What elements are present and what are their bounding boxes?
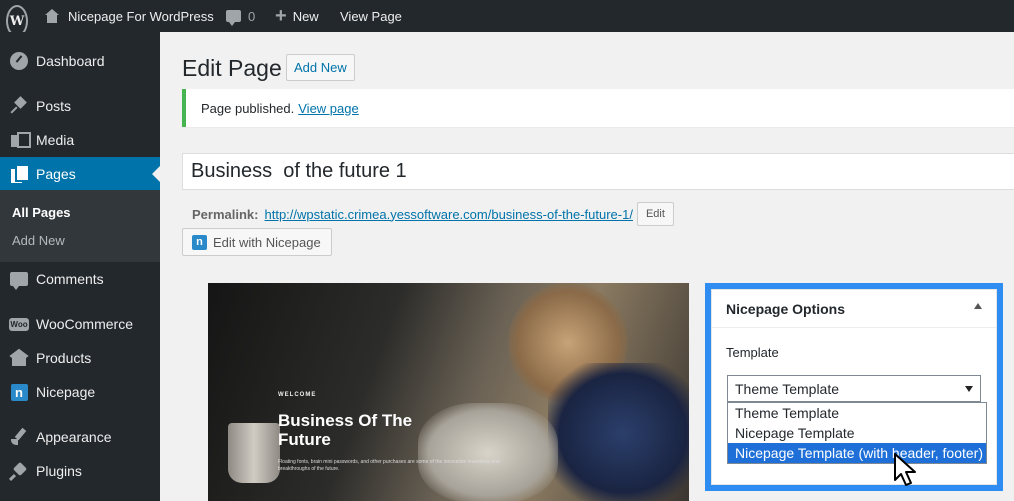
- sidebar-item-label: Dashboard: [36, 53, 105, 69]
- permalink-row: Permalink: http://wpstatic.crimea.yessof…: [192, 202, 674, 226]
- sidebar-item-pages[interactable]: Pages: [0, 157, 160, 191]
- main-content: Edit Page Add New Page published. View p…: [160, 32, 1014, 501]
- sidebar-item-label: Posts: [36, 98, 72, 114]
- preview-photo-notebook: [418, 403, 558, 501]
- collapse-arrow-icon[interactable]: [974, 303, 982, 309]
- sidebar-item-comments[interactable]: Comments: [0, 262, 160, 296]
- comment-icon: [9, 270, 29, 290]
- preview-photo-cup: [228, 423, 280, 483]
- view-page-notice-link[interactable]: View page: [298, 101, 358, 116]
- home-icon: [44, 9, 60, 23]
- dashboard-gauge-icon: [9, 52, 29, 70]
- pages-submenu: All Pages Add New: [0, 190, 160, 262]
- nicepage-icon: n: [9, 383, 29, 401]
- template-option[interactable]: Nicepage Template: [728, 423, 986, 443]
- sidebar-item-products[interactable]: Products: [0, 341, 160, 375]
- preview-body-text: Floating fonts, brain mini passwords, an…: [278, 459, 500, 472]
- template-label: Template: [726, 345, 779, 360]
- admin-bar: W Nicepage For WordPress 0 + New View Pa…: [0, 0, 1014, 37]
- sidebar-item-plugins[interactable]: Plugins: [0, 454, 160, 488]
- permalink-edit-button[interactable]: Edit: [636, 202, 674, 226]
- permalink-url-link[interactable]: http://wpstatic.crimea.yessoftware.com/b…: [264, 207, 632, 222]
- sidebar-item-label: Nicepage: [36, 384, 96, 400]
- sidebar-item-appearance[interactable]: Appearance: [0, 420, 160, 454]
- mouse-pointer-icon: [894, 453, 916, 486]
- comments-link[interactable]: 0: [226, 0, 255, 32]
- submenu-add-new[interactable]: Add New: [12, 233, 65, 248]
- template-option-highlighted[interactable]: Nicepage Template (with header, footer): [728, 443, 986, 463]
- template-option[interactable]: Theme Template: [728, 403, 986, 423]
- box-icon: [9, 349, 29, 367]
- view-page-label: View Page: [340, 8, 402, 24]
- view-page-link[interactable]: View Page: [340, 0, 402, 32]
- success-notice: Page published. View page: [182, 89, 1014, 127]
- pushpin-icon: [9, 97, 29, 115]
- preview-welcome-text: WELCOME: [278, 392, 317, 398]
- sidebar-item-label: Appearance: [36, 429, 112, 445]
- media-icon: [9, 131, 31, 149]
- sidebar-item-label: Media: [36, 132, 75, 148]
- nicepage-options-title: Nicepage Options: [726, 300, 846, 317]
- preview-heading: Business Of The Future: [278, 411, 413, 449]
- nicepage-options-header: Nicepage Options: [712, 290, 996, 328]
- post-title-input[interactable]: [182, 153, 1014, 190]
- woocommerce-icon: Woo: [9, 317, 29, 331]
- template-selected-value: Theme Template: [735, 380, 840, 397]
- edit-with-nicepage-label: Edit with Nicepage: [213, 234, 321, 250]
- comments-count: 0: [248, 8, 256, 24]
- page-title: Edit Page: [182, 55, 282, 81]
- sidebar-item-label: Comments: [36, 271, 104, 287]
- sidebar-item-dashboard[interactable]: Dashboard: [0, 44, 160, 78]
- new-content-link[interactable]: + New: [275, 0, 319, 32]
- template-dropdown-list: Theme Template Nicepage Template Nicepag…: [727, 402, 987, 464]
- edit-with-nicepage-button[interactable]: n Edit with Nicepage: [182, 228, 332, 256]
- permalink-label: Permalink:: [192, 206, 259, 222]
- sidebar-item-woocommerce[interactable]: Woo WooCommerce: [0, 307, 160, 341]
- sidebar-item-label: Plugins: [36, 463, 82, 479]
- site-name-link[interactable]: Nicepage For WordPress: [44, 0, 214, 32]
- template-select[interactable]: Theme Template: [727, 375, 981, 402]
- wordpress-logo-glyph: W: [9, 13, 25, 29]
- add-new-button[interactable]: Add New: [286, 54, 355, 81]
- comment-bubble-icon: [226, 10, 241, 26]
- sidebar-item-posts[interactable]: Posts: [0, 89, 160, 123]
- submenu-all-pages[interactable]: All Pages: [12, 205, 71, 220]
- paintbrush-icon: [9, 428, 29, 446]
- notice-text: Page published.: [201, 100, 295, 116]
- admin-sidebar: Dashboard Posts Media Pages All Pages Ad…: [0, 32, 160, 501]
- sidebar-item-label: Pages: [36, 166, 76, 182]
- sidebar-item-label: WooCommerce: [36, 316, 133, 332]
- pages-icon: [9, 165, 29, 183]
- plug-icon: [9, 462, 29, 480]
- page-preview-image: WELCOME Business Of The Future Floating …: [208, 283, 689, 501]
- dropdown-arrow-icon: [965, 386, 973, 392]
- sidebar-item-media[interactable]: Media: [0, 123, 160, 157]
- site-name: Nicepage For WordPress: [68, 8, 214, 24]
- sidebar-item-label: Products: [36, 350, 92, 366]
- preview-photo-shirt: [548, 363, 689, 501]
- new-label: New: [292, 8, 319, 24]
- nicepage-options-panel: Nicepage Options Template Theme Template…: [711, 289, 997, 485]
- nicepage-icon: n: [192, 234, 207, 250]
- plus-icon: +: [275, 5, 287, 27]
- sidebar-item-nicepage[interactable]: n Nicepage: [0, 375, 160, 409]
